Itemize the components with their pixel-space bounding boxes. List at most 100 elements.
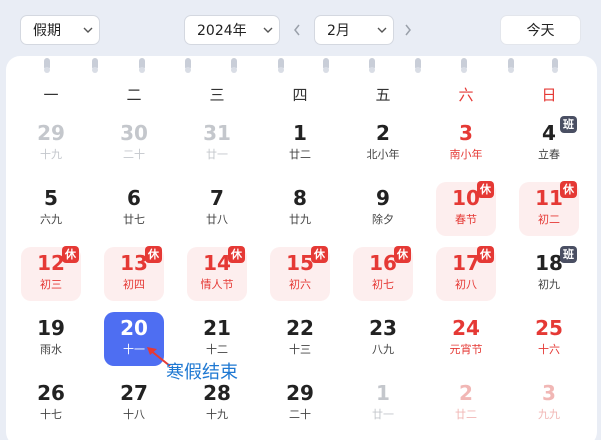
day-cell[interactable]: 1 廿一 xyxy=(353,377,413,431)
day-cell[interactable]: 2 廿二 xyxy=(436,377,496,431)
binder-ring xyxy=(92,58,98,73)
binder-ring xyxy=(44,58,50,73)
day-cell[interactable]: 25 十六 xyxy=(519,312,579,366)
weekday-label: 日 xyxy=(541,86,557,104)
day-number: 2 xyxy=(459,381,473,405)
day-cell[interactable]: 17 初八休 xyxy=(436,246,496,301)
day-cell[interactable]: 31 廿一 xyxy=(187,117,247,171)
day-cell[interactable]: 29 二十 xyxy=(270,377,330,431)
day-cell[interactable]: 5 六九 xyxy=(21,182,81,236)
day-cell[interactable]: 16 初七休 xyxy=(353,246,413,301)
lunar-date: 初二 xyxy=(538,213,560,226)
day-cell[interactable]: 29 十九 xyxy=(21,117,81,171)
day-number: 19 xyxy=(37,316,65,340)
weekday-label: 一 xyxy=(43,86,59,104)
binder-ring xyxy=(139,58,145,73)
day-cell[interactable]: 9 除夕 xyxy=(353,182,413,236)
day-number: 28 xyxy=(203,381,231,405)
day-number: 3 xyxy=(459,121,473,145)
binder-ring xyxy=(415,58,421,73)
lunar-date: 北小年 xyxy=(366,148,400,161)
day-cell[interactable]: 7 廿八 xyxy=(187,182,247,236)
weekday-label: 三 xyxy=(209,86,225,104)
lunar-date: 立春 xyxy=(538,148,560,161)
lunar-date: 初四 xyxy=(123,278,145,291)
holiday-badge: 休 xyxy=(62,246,79,263)
lunar-date: 初七 xyxy=(372,278,394,291)
day-cell[interactable]: 23 八九 xyxy=(353,312,413,366)
day-cell[interactable]: 3 南小年 xyxy=(436,117,496,171)
day-number: 22 xyxy=(286,316,314,340)
lunar-date: 九九 xyxy=(538,408,560,421)
day-cell[interactable]: 8 廿九 xyxy=(270,182,330,236)
day-cell[interactable]: 3 九九 xyxy=(519,377,579,431)
day-number: 9 xyxy=(376,186,390,210)
day-cell[interactable]: 18 初九班 xyxy=(519,246,579,301)
toolbar: 假期 2024年 2月 今天 xyxy=(0,0,601,60)
day-number: 1 xyxy=(293,121,307,145)
holiday-badge: 休 xyxy=(145,246,162,263)
day-number: 6 xyxy=(127,186,141,210)
holiday-badge: 休 xyxy=(560,181,577,198)
next-month-button[interactable] xyxy=(401,20,415,40)
day-number: 20 xyxy=(120,316,148,340)
lunar-date: 廿一 xyxy=(206,148,228,161)
lunar-date: 廿七 xyxy=(123,213,145,226)
lunar-date: 初九 xyxy=(538,278,560,291)
chevron-down-icon xyxy=(77,24,99,36)
lunar-date: 十三 xyxy=(289,343,311,356)
day-cell[interactable]: 1 廿二 xyxy=(270,117,330,171)
holiday-badge: 休 xyxy=(477,246,494,263)
binder-ring xyxy=(461,58,467,73)
lunar-date: 二十 xyxy=(123,148,145,161)
day-cell[interactable]: 11 初二休 xyxy=(519,181,579,236)
prev-month-button[interactable] xyxy=(290,20,304,40)
lunar-date: 二十 xyxy=(289,408,311,421)
month-select-label: 2月 xyxy=(327,23,350,39)
day-number: 2 xyxy=(376,121,390,145)
day-cell[interactable]: 19 雨水 xyxy=(21,312,81,366)
binder-ring xyxy=(323,58,329,73)
day-cell[interactable]: 12 初三休 xyxy=(21,246,81,301)
day-cell[interactable]: 15 初六休 xyxy=(270,246,330,301)
lunar-date: 南小年 xyxy=(449,148,483,161)
day-cell[interactable]: 10 春节休 xyxy=(436,181,496,236)
lunar-date: 初三 xyxy=(40,278,62,291)
lunar-date: 十二 xyxy=(206,343,228,356)
lunar-date: 情人节 xyxy=(200,278,234,291)
workday-badge: 班 xyxy=(560,116,577,133)
binder-ring xyxy=(185,58,191,73)
lunar-date: 廿二 xyxy=(289,148,311,161)
day-number: 29 xyxy=(286,381,314,405)
day-cell[interactable]: 13 初四休 xyxy=(104,246,164,301)
weekday-label: 六 xyxy=(458,86,474,104)
day-number: 26 xyxy=(37,381,65,405)
binder-ring xyxy=(278,58,284,73)
lunar-date: 初六 xyxy=(289,278,311,291)
year-select[interactable]: 2024年 xyxy=(184,15,280,45)
month-select[interactable]: 2月 xyxy=(314,15,394,45)
holiday-badge: 休 xyxy=(394,246,411,263)
day-number: 29 xyxy=(37,121,65,145)
lunar-date: 廿一 xyxy=(372,408,394,421)
holiday-badge: 休 xyxy=(311,246,328,263)
day-number: 24 xyxy=(452,316,480,340)
day-cell[interactable]: 6 廿七 xyxy=(104,182,164,236)
today-button[interactable]: 今天 xyxy=(500,15,581,45)
day-cell[interactable]: 4 立春班 xyxy=(519,116,579,171)
day-number: 21 xyxy=(203,316,231,340)
holiday-badge: 休 xyxy=(477,181,494,198)
holiday-badge: 休 xyxy=(228,246,245,263)
day-number: 3 xyxy=(542,381,556,405)
day-cell[interactable]: 30 二十 xyxy=(104,117,164,171)
holiday-select[interactable]: 假期 xyxy=(20,15,100,45)
day-cell[interactable]: 2 北小年 xyxy=(353,117,413,171)
day-cell[interactable]: 14 情人节休 xyxy=(187,246,247,301)
weekday-label: 四 xyxy=(292,86,308,104)
day-cell[interactable]: 27 十八 xyxy=(104,377,164,431)
day-cell[interactable]: 26 十七 xyxy=(21,377,81,431)
day-cell[interactable]: 28 十九 xyxy=(187,377,247,431)
lunar-date: 春节 xyxy=(455,213,477,226)
day-cell[interactable]: 22 十三 xyxy=(270,312,330,366)
day-cell[interactable]: 24 元宵节 xyxy=(436,312,496,366)
